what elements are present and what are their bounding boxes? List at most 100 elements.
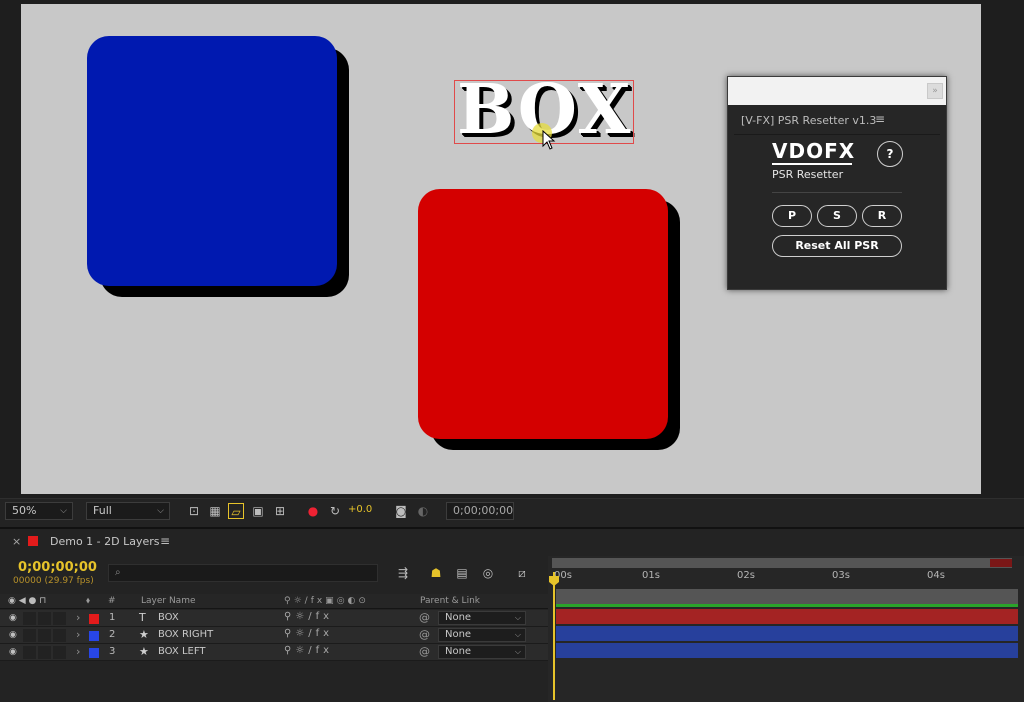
parent-value: None	[445, 646, 472, 657]
panel-title: [V-FX] PSR Resetter v1.3	[741, 114, 877, 127]
layer-row-1[interactable]: ◉ › 1 T BOX ⚲☼/fx @ None ⌵	[0, 610, 548, 627]
ruler-tick-label: 03s	[832, 570, 850, 581]
parent-value: None	[445, 612, 472, 623]
help-button[interactable]: ?	[877, 141, 903, 167]
panel-divider-2	[772, 192, 902, 193]
layer-switches[interactable]: ⚲☼/fx	[284, 611, 333, 622]
hamburger-icon[interactable]: ≡	[875, 112, 885, 126]
panel-titlebar[interactable]: »	[728, 77, 946, 105]
layer-name[interactable]: BOX	[158, 612, 179, 623]
shy-layers-icon[interactable]: ☗	[428, 565, 444, 581]
search-icon: ⌕	[115, 567, 121, 578]
parent-link-header: Parent & Link	[420, 596, 480, 606]
zoom-value: 50%	[12, 504, 37, 517]
rotation-reset-button[interactable]: R	[862, 205, 902, 227]
tab-label: Demo 1 - 2D Layers	[50, 535, 160, 548]
layer-color-label[interactable]	[89, 648, 99, 658]
composition-viewer[interactable]: BOX » [V-FX] PSR Resetter v1.3 ≡ VDOFX P…	[0, 0, 1024, 498]
fast-previews-icon[interactable]: ⊡	[186, 503, 202, 519]
reset-all-psr-button[interactable]: Reset All PSR	[772, 235, 902, 257]
blue-box-layer[interactable]	[87, 36, 337, 286]
timeline-tab[interactable]: × Demo 1 - 2D Layers ≡	[0, 529, 1024, 555]
panel-close-icon[interactable]: »	[927, 83, 943, 99]
ruler-tick-label: 04s	[927, 570, 945, 581]
panel-subtitle: PSR Resetter	[772, 168, 844, 181]
chevron-down-icon: ⌵	[514, 613, 521, 622]
ruler-tick-label: 01s	[642, 570, 660, 581]
parent-value: None	[445, 629, 472, 640]
chevron-down-icon: ⌵	[514, 647, 521, 656]
av-switch-icons: ◉ ◀ ● ⊓	[8, 596, 47, 606]
layer-color-label[interactable]	[89, 631, 99, 641]
expand-chevron-icon[interactable]: ›	[76, 645, 80, 658]
layer-number: 1	[109, 612, 116, 623]
region-of-interest-icon[interactable]: ▣	[250, 503, 266, 519]
shape-layer-icon: ★	[139, 645, 149, 658]
close-icon[interactable]: ×	[12, 535, 21, 548]
chevron-down-icon: ⌵	[514, 630, 521, 639]
work-area-bar[interactable]	[552, 558, 1012, 568]
show-snapshot-icon[interactable]: ◐	[415, 503, 431, 519]
scale-reset-button[interactable]: S	[817, 205, 857, 227]
resolution-dropdown[interactable]: Full ⌵	[86, 502, 170, 520]
comp-mini-flowchart-icon[interactable]: ⇶	[395, 565, 411, 581]
layer-search-input[interactable]: ⌕	[108, 564, 378, 582]
frame-blending-icon[interactable]: ▤	[454, 565, 470, 581]
comp-color-swatch	[28, 536, 38, 546]
psr-resetter-panel: » [V-FX] PSR Resetter v1.3 ≡ VDOFX PSR R…	[727, 76, 947, 290]
chevron-down-icon: ⌵	[60, 506, 67, 516]
red-box-layer[interactable]	[418, 189, 668, 439]
layer-bar-box-left[interactable]	[556, 643, 1018, 658]
expand-chevron-icon[interactable]: ›	[76, 628, 80, 641]
position-reset-button[interactable]: P	[772, 205, 812, 227]
grid-guides-icon[interactable]: ⊞	[272, 503, 288, 519]
graph-editor-icon[interactable]: ⧄	[514, 565, 530, 581]
layer-switches[interactable]: ⚲☼/fx	[284, 628, 333, 639]
frame-rate-readout: 00000 (29.97 fps)	[13, 576, 94, 586]
current-timecode[interactable]: 0;00;00;00	[18, 560, 97, 575]
motion-blur-icon[interactable]: ◎	[480, 565, 496, 581]
parent-dropdown[interactable]: None ⌵	[438, 645, 526, 659]
viewer-timecode[interactable]: 0;00;00;00	[446, 502, 514, 520]
layer-number: 2	[109, 629, 116, 640]
pickwhip-icon[interactable]: @	[419, 611, 430, 624]
playhead[interactable]	[553, 572, 555, 700]
parent-dropdown[interactable]: None ⌵	[438, 611, 526, 625]
visibility-eye-icon[interactable]: ◉	[9, 630, 17, 640]
switches-header-icons: ⚲☼/fx▣◎◐⊙	[284, 596, 369, 606]
camera-snapshot-icon[interactable]: ◙	[393, 503, 409, 519]
layer-name-header[interactable]: Layer Name	[141, 596, 196, 606]
panel-divider	[734, 134, 940, 135]
exposure-value[interactable]: +0.0	[348, 504, 372, 515]
visibility-eye-icon[interactable]: ◉	[9, 613, 17, 623]
parent-dropdown[interactable]: None ⌵	[438, 628, 526, 642]
layer-name[interactable]: BOX RIGHT	[158, 629, 213, 640]
expand-chevron-icon[interactable]: ›	[76, 611, 80, 624]
shape-layer-icon: ★	[139, 628, 149, 641]
logo-underline	[772, 163, 852, 165]
layer-switches[interactable]: ⚲☼/fx	[284, 645, 333, 656]
ruler-tick-label: 02s	[737, 570, 755, 581]
mouse-cursor-icon	[542, 130, 556, 150]
visibility-eye-icon[interactable]: ◉	[9, 647, 17, 657]
layer-bar-box-right[interactable]	[556, 626, 1018, 641]
layer-name[interactable]: BOX LEFT	[158, 646, 206, 657]
color-channels-icon[interactable]: ●	[305, 503, 321, 519]
zoom-dropdown[interactable]: 50% ⌵	[5, 502, 73, 520]
render-bar	[556, 604, 1018, 607]
resolution-value: Full	[93, 504, 112, 517]
time-graph-row-bg	[556, 589, 1018, 604]
pickwhip-icon[interactable]: @	[419, 645, 430, 658]
mask-path-icon[interactable]: ▱	[228, 503, 244, 519]
layer-row-3[interactable]: ◉ › 3 ★ BOX LEFT ⚲☼/fx @ None ⌵	[0, 644, 548, 661]
reset-exposure-icon[interactable]: ↻	[327, 503, 343, 519]
layer-color-label[interactable]	[89, 614, 99, 624]
layer-row-2[interactable]: ◉ › 2 ★ BOX RIGHT ⚲☼/fx @ None ⌵	[0, 627, 548, 644]
layer-bar-box[interactable]	[556, 609, 1018, 624]
pickwhip-icon[interactable]: @	[419, 628, 430, 641]
transparency-grid-icon[interactable]: ▦	[207, 503, 223, 519]
tab-menu-icon[interactable]: ≡	[160, 534, 170, 548]
vdofx-logo: VDOFX	[772, 139, 856, 163]
label-tag-icon: ⬧	[86, 596, 91, 606]
work-area-end[interactable]	[990, 559, 1012, 567]
